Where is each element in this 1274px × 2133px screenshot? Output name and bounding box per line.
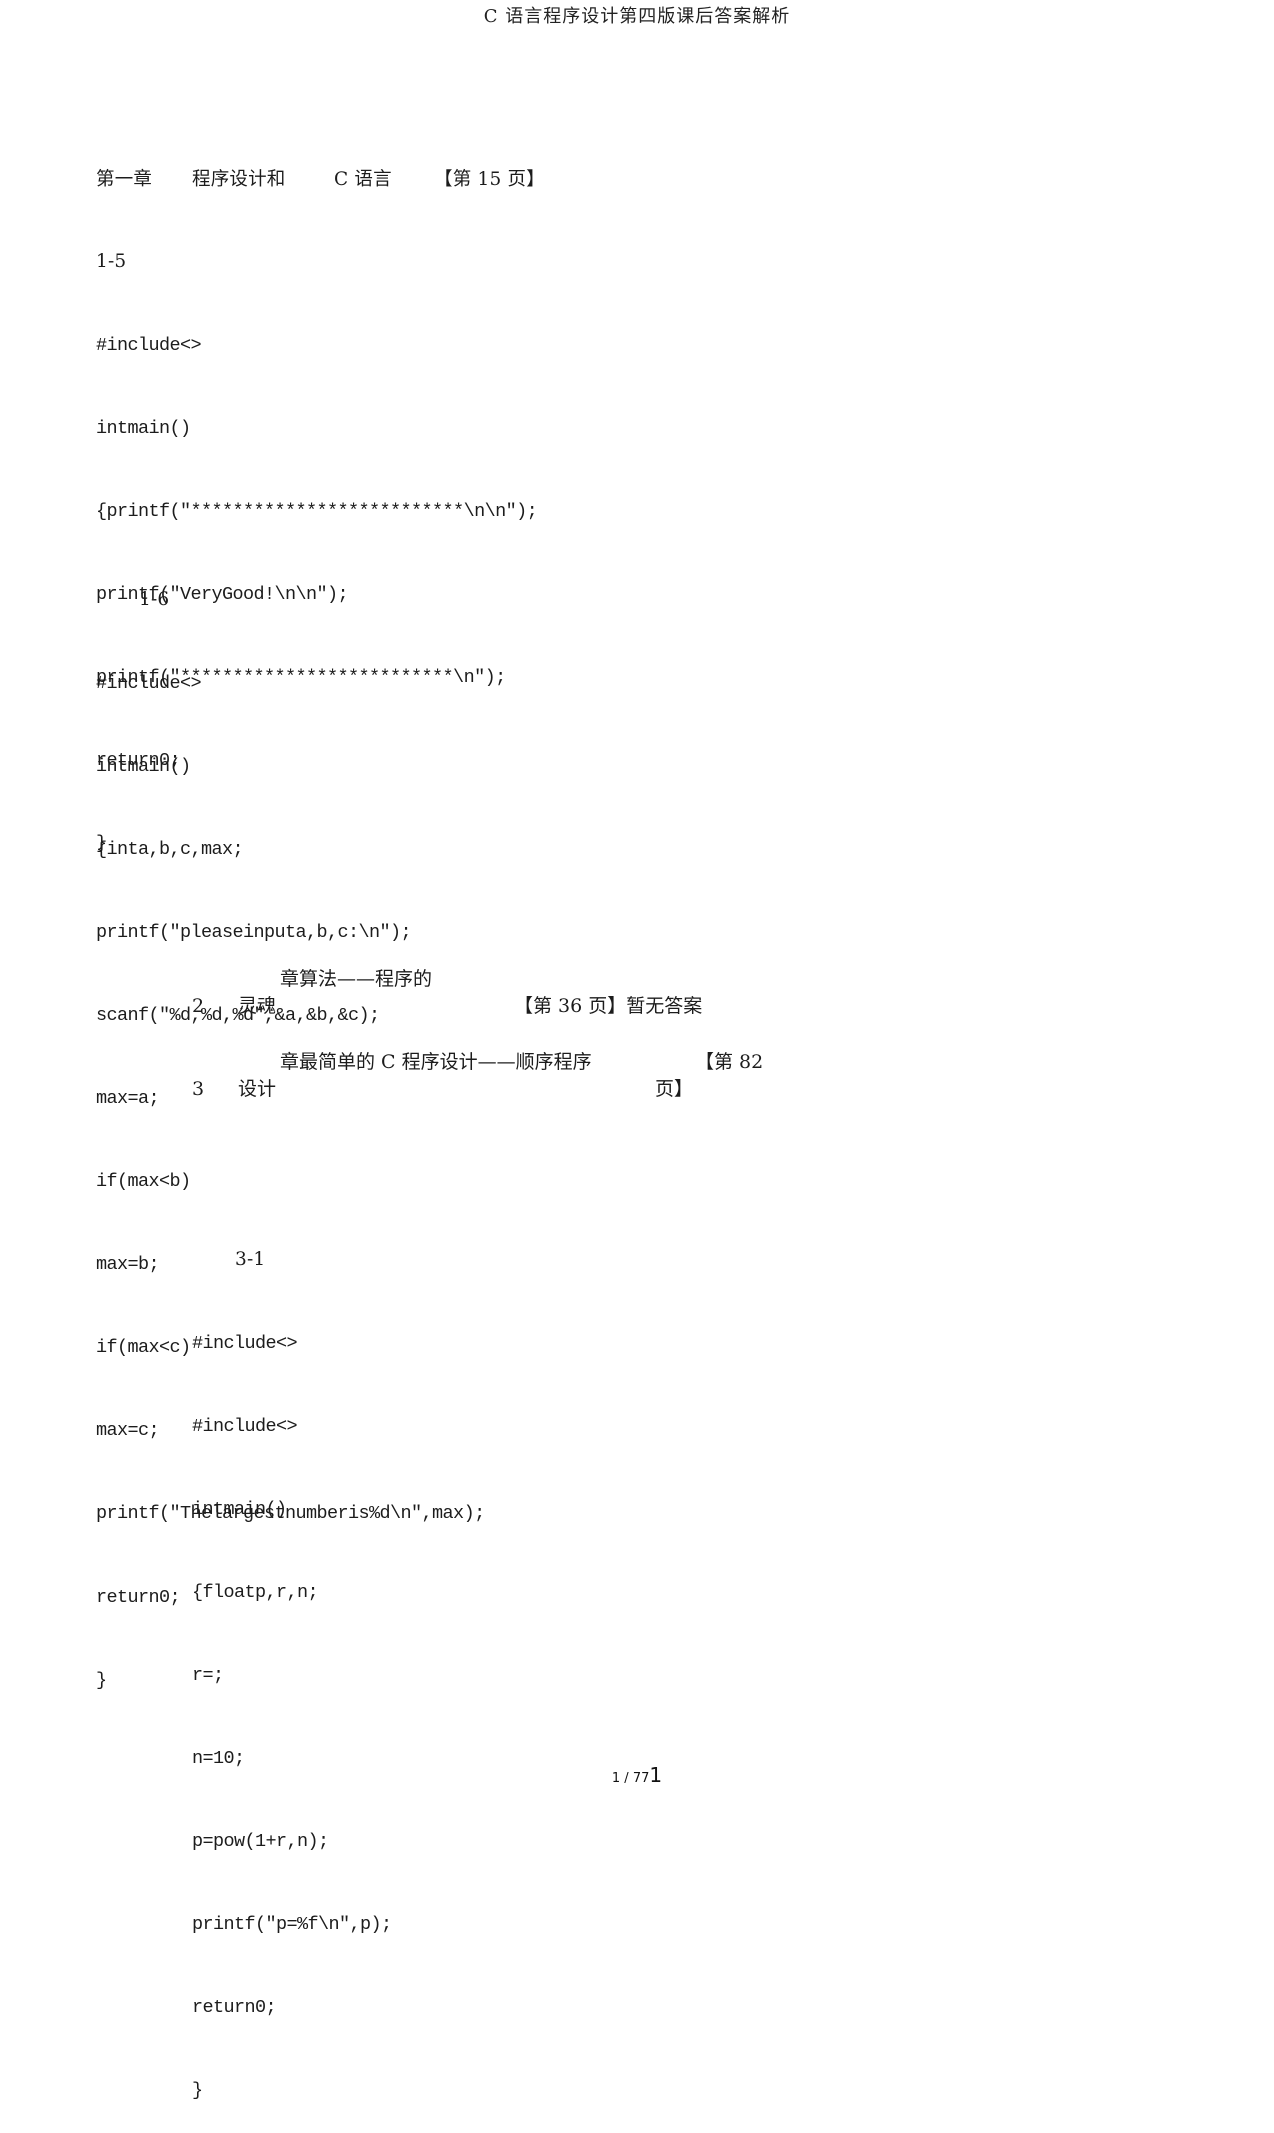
code-line: r=; [192, 1664, 224, 1686]
page-current: 1 [611, 1771, 621, 1786]
code-line: {printf("**************************\n\n"… [96, 500, 538, 522]
code-line: #include<> [96, 672, 202, 694]
code-line: max=a; [96, 1087, 160, 1109]
chapter-3-title-line2: 设计 [238, 1078, 277, 1100]
code-line: intmain() [96, 755, 191, 777]
chapter-2-title-line1: 章算法——程序的 [280, 968, 433, 990]
section-3-1: 3-1 #include<> #include<> intmain() {flo… [192, 1191, 392, 2133]
code-line: } [192, 2080, 203, 2102]
chapter-1-heading: 第一章 程序设计和 C 语言 【第 15 页】 [96, 166, 696, 194]
document-title: C 语言程序设计第四版课后答案解析 [483, 6, 791, 27]
code-line: printf("pleaseinputa,b,c:\n"); [96, 921, 412, 943]
code-line: printf("p=%f\n",p); [192, 1914, 392, 1936]
chapter-1-title: 程序设计和 [192, 169, 286, 190]
page-total: 77 [632, 1771, 650, 1786]
code-line: intmain() [192, 1498, 287, 1520]
code-line: {floatp,r,n; [192, 1581, 319, 1603]
chapter-1-subject: C 语言 [334, 169, 392, 190]
chapter-1-number: 第一章 [96, 169, 153, 190]
code-line: #include<> [192, 1415, 298, 1437]
code-line: scanf("%d,%d,%d",&a,&b,&c); [96, 1004, 380, 1026]
chapter-3-page-ref-line2: 页】 [655, 1078, 694, 1100]
code-line: p=pow(1+r,n); [192, 1831, 329, 1853]
section-label: 1-6 [139, 589, 170, 611]
page-number-footer: 1 / 771 [0, 1763, 1274, 1787]
page-number-large: 1 [649, 1763, 663, 1787]
chapter-3-number: 3 [192, 1078, 205, 1100]
chapter-1-page-ref: 【第 15 页】 [434, 169, 545, 190]
section-label: 1-5 [96, 251, 127, 273]
code-line: {inta,b,c,max; [96, 838, 244, 860]
code-line: return0; [192, 1997, 277, 2019]
page-separator: / [620, 1771, 633, 1786]
chapter-2-page-ref: 【第 36 页】暂无答案 [514, 995, 703, 1017]
section-label: 3-1 [235, 1249, 266, 1271]
chapter-3-title-line1: 章最简单的 C 程序设计——顺序程序 [280, 1051, 592, 1073]
code-line: #include<> [192, 1332, 298, 1354]
code-line: #include<> [96, 334, 202, 356]
chapter-2-title-line2: 灵魂 [238, 995, 277, 1017]
chapter-2-number: 2 [192, 995, 205, 1017]
code-line: intmain() [96, 417, 191, 439]
chapter-3-page-ref-line1: 【第 82 [695, 1051, 764, 1073]
